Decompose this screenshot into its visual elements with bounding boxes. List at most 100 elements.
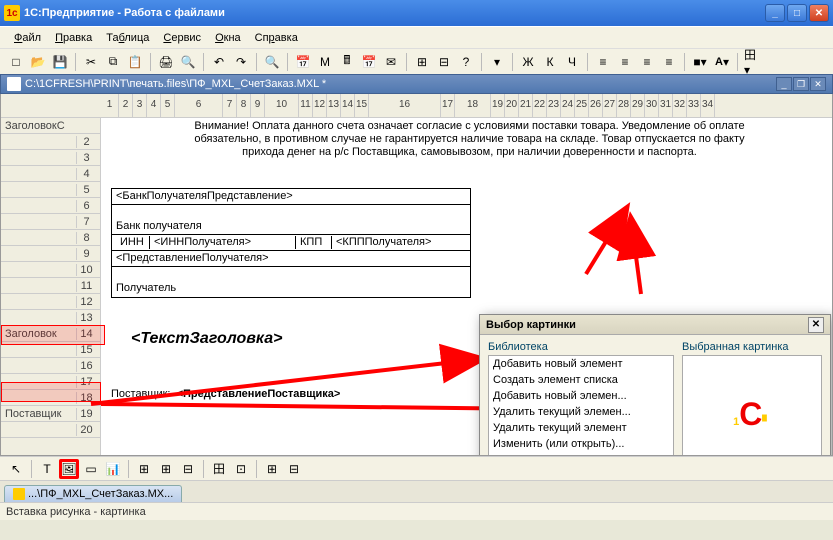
dialog-close-icon[interactable]: ✕ xyxy=(808,317,824,333)
open-icon[interactable]: 📂 xyxy=(28,52,48,72)
g1-icon[interactable]: ⊞ xyxy=(134,459,154,479)
row-header-cell[interactable]: Заголовок14 xyxy=(1,326,100,342)
menu-help[interactable]: Справка xyxy=(249,30,304,46)
align-left-icon[interactable]: ≡ xyxy=(593,52,613,72)
row-header-cell[interactable]: 16 xyxy=(1,358,100,374)
g2-icon[interactable]: ⊞ xyxy=(156,459,176,479)
split1-icon[interactable]: ⊞ xyxy=(262,459,282,479)
redo-icon[interactable]: ↷ xyxy=(231,52,251,72)
preview-icon[interactable]: 🔍 xyxy=(178,52,198,72)
row-header-cell[interactable]: 2 xyxy=(1,134,100,150)
menu-table[interactable]: Таблица xyxy=(100,30,155,46)
bg-color-icon[interactable]: ■▾ xyxy=(690,52,710,72)
new-icon[interactable]: □ xyxy=(6,52,26,72)
col-header[interactable]: 25 xyxy=(575,94,589,117)
col-header[interactable]: 13 xyxy=(327,94,341,117)
row-header-cell[interactable]: 18 xyxy=(1,390,100,406)
row-header-cell[interactable]: 15 xyxy=(1,342,100,358)
doc-restore[interactable]: ❐ xyxy=(793,77,809,91)
col-header[interactable]: 22 xyxy=(533,94,547,117)
minimize-button[interactable]: _ xyxy=(765,4,785,22)
row-header-cell[interactable]: 4 xyxy=(1,166,100,182)
g3-icon[interactable]: ⊟ xyxy=(178,459,198,479)
menu-edit[interactable]: Правка xyxy=(49,30,98,46)
m-icon[interactable]: M xyxy=(315,52,335,72)
tab-document[interactable]: ...\ПФ_MXL_СчетЗаказ.MX... xyxy=(4,485,182,502)
rect-icon[interactable]: ▭ xyxy=(81,459,101,479)
row-header-cell[interactable]: Поставщик19 xyxy=(1,406,100,422)
list-item[interactable]: Удалить текущий элемент xyxy=(489,420,673,436)
row-header-cell[interactable]: 17 xyxy=(1,374,100,390)
col-header[interactable]: 8 xyxy=(237,94,251,117)
col-header[interactable]: 2 xyxy=(119,94,133,117)
align-just-icon[interactable]: ≡ xyxy=(659,52,679,72)
col-header[interactable]: 30 xyxy=(645,94,659,117)
close-button[interactable]: ✕ xyxy=(809,4,829,22)
row-header-cell[interactable]: 13 xyxy=(1,310,100,326)
col-header[interactable]: 5 xyxy=(161,94,175,117)
row-header-cell[interactable]: 12 xyxy=(1,294,100,310)
copy-icon[interactable]: ⧉ xyxy=(103,52,123,72)
library-list[interactable]: Добавить новый элементСоздать элемент сп… xyxy=(488,355,674,456)
row-header-cell[interactable]: 3 xyxy=(1,150,100,166)
col-header[interactable]: 15 xyxy=(355,94,369,117)
doc-close[interactable]: ✕ xyxy=(810,77,826,91)
menu-file[interactable]: Файл xyxy=(8,30,47,46)
col-header[interactable]: 4 xyxy=(147,94,161,117)
align-right-icon[interactable]: ≡ xyxy=(637,52,657,72)
underline-icon[interactable]: Ч xyxy=(562,52,582,72)
tb-a[interactable]: ⊞ xyxy=(412,52,432,72)
help-icon[interactable]: ? xyxy=(456,52,476,72)
col-header[interactable]: 10 xyxy=(265,94,299,117)
tb-dd[interactable]: ▾ xyxy=(487,52,507,72)
col-header[interactable]: 33 xyxy=(687,94,701,117)
insert-image-icon[interactable]: 🖼 xyxy=(59,459,79,479)
col-header[interactable]: 11 xyxy=(299,94,313,117)
col-header[interactable]: 34 xyxy=(701,94,715,117)
undo-icon[interactable]: ↶ xyxy=(209,52,229,72)
date-icon[interactable]: 📅 xyxy=(359,52,379,72)
border-icon[interactable]: 田▾ xyxy=(743,52,763,72)
list-item[interactable]: Добавить новый элемен... xyxy=(489,388,673,404)
list-item[interactable]: Создать элемент списка xyxy=(489,372,673,388)
col-header[interactable]: 31 xyxy=(659,94,673,117)
save-icon[interactable]: 💾 xyxy=(50,52,70,72)
col-header[interactable]: 26 xyxy=(589,94,603,117)
col-header[interactable]: 6 xyxy=(175,94,223,117)
col-header[interactable]: 14 xyxy=(341,94,355,117)
doc-minimize[interactable]: _ xyxy=(776,77,792,91)
bold-icon[interactable]: Ж xyxy=(518,52,538,72)
align-center-icon[interactable]: ≡ xyxy=(615,52,635,72)
col-header[interactable]: 16 xyxy=(369,94,441,117)
print-icon[interactable]: 🖨 xyxy=(156,52,176,72)
calendar-icon[interactable]: 📅 xyxy=(293,52,313,72)
menu-service[interactable]: Сервис xyxy=(157,30,207,46)
pointer-icon[interactable]: ↖ xyxy=(6,459,26,479)
cut-icon[interactable]: ✂ xyxy=(81,52,101,72)
col-header[interactable]: 32 xyxy=(673,94,687,117)
menu-windows[interactable]: Окна xyxy=(209,30,247,46)
calc-icon[interactable]: 🖩 xyxy=(337,52,357,72)
col-header[interactable]: 27 xyxy=(603,94,617,117)
col-header[interactable]: 23 xyxy=(547,94,561,117)
grid-icon[interactable]: 田 xyxy=(209,459,229,479)
row-header-cell[interactable]: 5 xyxy=(1,182,100,198)
col-header[interactable]: 9 xyxy=(251,94,265,117)
col-header[interactable]: 21 xyxy=(519,94,533,117)
italic-icon[interactable]: К xyxy=(540,52,560,72)
row-header-cell[interactable]: 6 xyxy=(1,198,100,214)
col-header[interactable]: 18 xyxy=(455,94,491,117)
col-header[interactable]: 29 xyxy=(631,94,645,117)
col-header[interactable]: 7 xyxy=(223,94,237,117)
list-item[interactable]: Добавить новый элемент xyxy=(489,356,673,372)
list-item[interactable]: Изменить (или открыть)... xyxy=(489,436,673,452)
tb-b[interactable]: ⊟ xyxy=(434,52,454,72)
font-color-icon[interactable]: A▾ xyxy=(712,52,732,72)
row-header-cell[interactable]: 11 xyxy=(1,278,100,294)
row-header-cell[interactable]: 8 xyxy=(1,230,100,246)
col-header[interactable]: 19 xyxy=(491,94,505,117)
split2-icon[interactable]: ⊟ xyxy=(284,459,304,479)
row-header-cell[interactable]: 9 xyxy=(1,246,100,262)
col-header[interactable]: 12 xyxy=(313,94,327,117)
paste-icon[interactable]: 📋 xyxy=(125,52,145,72)
